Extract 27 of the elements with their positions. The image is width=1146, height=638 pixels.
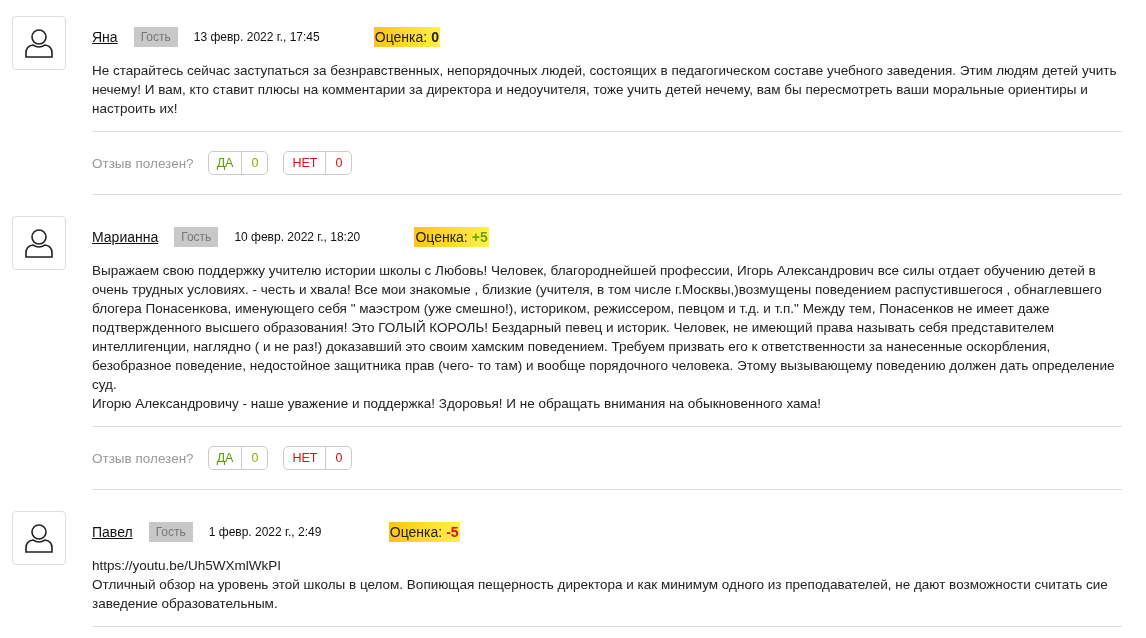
rating-value: +5 xyxy=(471,228,488,245)
role-tag: Гость xyxy=(133,26,178,47)
review-date: 1 февр. 2022 г., 2:49 xyxy=(208,524,323,539)
author-link[interactable]: Марианна xyxy=(92,228,159,245)
rating-label: Оценка: xyxy=(374,28,428,45)
user-icon xyxy=(25,228,53,258)
yes-vote-button[interactable]: ДА 0 xyxy=(207,151,269,175)
rating-value: 0 xyxy=(431,28,439,45)
review-date: 13 февр. 2022 г., 17:45 xyxy=(193,29,321,44)
author-link[interactable]: Павел xyxy=(92,523,133,540)
role-tag: Гость xyxy=(148,521,193,542)
rating-value: -5 xyxy=(446,523,459,540)
user-icon xyxy=(25,523,53,553)
review-text: Не старайтесь сейчас заступаться за безнравственных, непорядочных людей, состоящих в педагогическом составе учебного заведения. Этим людям детей учить нечему! И вам, кто ставит плюсы на комментарии за директора и недоучителя, тоже учить детей нечему, вам бы пересмотреть ваши моральные ориентиры и настроить их! xyxy=(92,62,1118,118)
rating-label: Оценка: xyxy=(415,228,468,245)
author-link[interactable]: Яна xyxy=(92,28,118,45)
yes-vote-button[interactable]: ДА 0 xyxy=(207,446,269,470)
user-icon xyxy=(25,28,53,58)
rating-label: Оценка: xyxy=(389,523,443,540)
no-vote-button[interactable]: НЕТ 0 xyxy=(283,446,353,470)
review-date: 10 февр. 2022 г., 18:20 xyxy=(234,229,362,244)
review-text: Выражаем свою поддержку учителю истории школы с Любовь! Человек, благороднейшей профессии, Игорь Александрович все силы отдает обучению детей в очень трудных условиях. - честь и хвала! Все мои знакомые , близкие (учителя, в том числе г.Москвы,)возмущены поведением распустившегося , обнаглевшего блогера Понасенкова, именующего себя " маэстром (уже смешно!), историком, режиссером, певцом и т.д. и т.п." Между тем, Понасенков не имеет даже подтвержденного высшего образования! Это ГОЛЫЙ КОРОЛЬ! Бездарный певец и историк. Человек, не имеющий права называть себя представителем интеллигенции, наглядно ( и не раз!) доказавший это своим хамским поведением. Требуем призвать его к ответственности за нанесенные оскорбления, безобразное поведение, недостойное защитника прав (чего- то там) и вообще порядочного человека. Этому вызывающему поведению должен дать определение суд. Игорю Александровичу - наше уважение и поддержка! Здоровья! И не обращать внимания на обыкновенного хама! xyxy=(92,262,1116,413)
helpful-question: Отзыв полезен? xyxy=(92,450,194,466)
no-vote-button[interactable]: НЕТ 0 xyxy=(283,151,353,175)
review-text: https://youtu.be/Uh5WXmlWkPI Отличный обзор на уровень этой школы в целом. Вопиющая пещерность директора и как минимум одного из преподавателей, не дают возможности считать сие заведение образовательным. xyxy=(92,557,1109,613)
helpful-question: Отзыв полезен? xyxy=(92,155,194,171)
role-tag: Гость xyxy=(174,226,219,247)
